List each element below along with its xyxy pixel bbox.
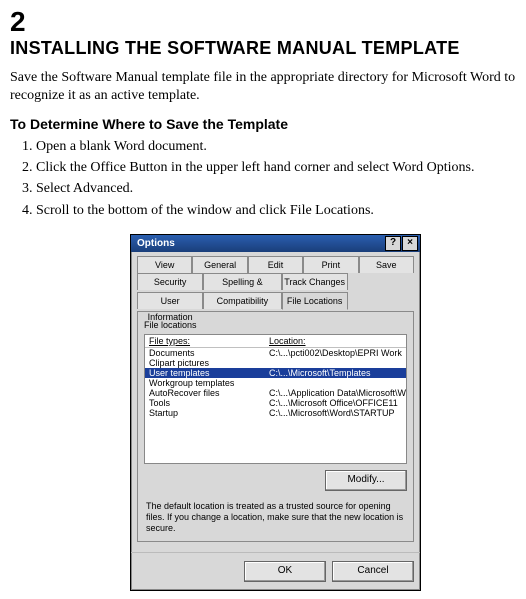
- tab-row-3: User Information Compatibility File Loca…: [131, 292, 420, 312]
- col-location: Location:: [265, 335, 406, 347]
- list-item[interactable]: Tools C:\...\Microsoft Office\OFFICE11: [145, 398, 406, 408]
- page-title: INSTALLING THE SOFTWARE MANUAL TEMPLATE: [10, 38, 516, 59]
- tab-view[interactable]: View: [137, 256, 192, 273]
- intro-paragraph: Save the Software Manual template file i…: [10, 69, 516, 104]
- step-item: Select Advanced.: [36, 180, 516, 198]
- step-item: Click the Office Button in the upper lef…: [36, 159, 516, 177]
- list-item[interactable]: Clipart pictures: [145, 358, 406, 368]
- ok-button[interactable]: OK: [244, 561, 326, 582]
- tab-row-2: Security Spelling & Grammar Track Change…: [131, 273, 420, 292]
- modify-button[interactable]: Modify...: [325, 470, 407, 491]
- file-locations-listbox[interactable]: File types: Location: Documents C:\...\p…: [144, 334, 407, 464]
- tab-print[interactable]: Print: [303, 256, 358, 273]
- help-icon[interactable]: ?: [385, 236, 401, 251]
- tab-security[interactable]: Security: [137, 273, 203, 290]
- tab-file-locations[interactable]: File Locations: [282, 292, 348, 310]
- dialog-footer: OK Cancel: [131, 552, 420, 590]
- step-item: Open a blank Word document.: [36, 138, 516, 156]
- disclaimer-text: The default location is treated as a tru…: [146, 501, 405, 535]
- titlebar: Options ? ×: [131, 235, 420, 252]
- subheading: To Determine Where to Save the Template: [10, 116, 516, 132]
- close-icon[interactable]: ×: [402, 236, 418, 251]
- step-list: Open a blank Word document. Click the Of…: [36, 138, 516, 220]
- dialog-title: Options: [137, 238, 175, 249]
- cancel-button[interactable]: Cancel: [332, 561, 414, 582]
- tab-user-information[interactable]: User Information: [137, 292, 203, 309]
- options-dialog: Options ? × View General Edit Print Save…: [130, 234, 421, 591]
- tab-edit[interactable]: Edit: [248, 256, 303, 273]
- chapter-number: 2: [10, 8, 516, 36]
- list-item[interactable]: Documents C:\...\pcti002\Desktop\EPRI Wo…: [145, 348, 406, 358]
- step-item: Scroll to the bottom of the window and c…: [36, 202, 516, 220]
- col-file-types: File types:: [145, 335, 265, 347]
- tab-panel: File locations File types: Location: Doc…: [137, 311, 414, 542]
- list-item[interactable]: Workgroup templates: [145, 378, 406, 388]
- tab-track-changes[interactable]: Track Changes: [282, 273, 348, 290]
- tab-general[interactable]: General: [192, 256, 247, 273]
- tab-spelling[interactable]: Spelling & Grammar: [203, 273, 281, 290]
- tab-compatibility[interactable]: Compatibility: [203, 292, 281, 309]
- tab-row-1: View General Edit Print Save: [131, 252, 420, 273]
- listbox-header: File types: Location:: [145, 335, 406, 348]
- list-item[interactable]: Startup C:\...\Microsoft\Word\STARTUP: [145, 408, 406, 418]
- tab-save[interactable]: Save: [359, 256, 414, 273]
- list-item-selected[interactable]: User templates C:\...\Microsoft\Template…: [145, 368, 406, 378]
- list-item[interactable]: AutoRecover files C:\...\Application Dat…: [145, 388, 406, 398]
